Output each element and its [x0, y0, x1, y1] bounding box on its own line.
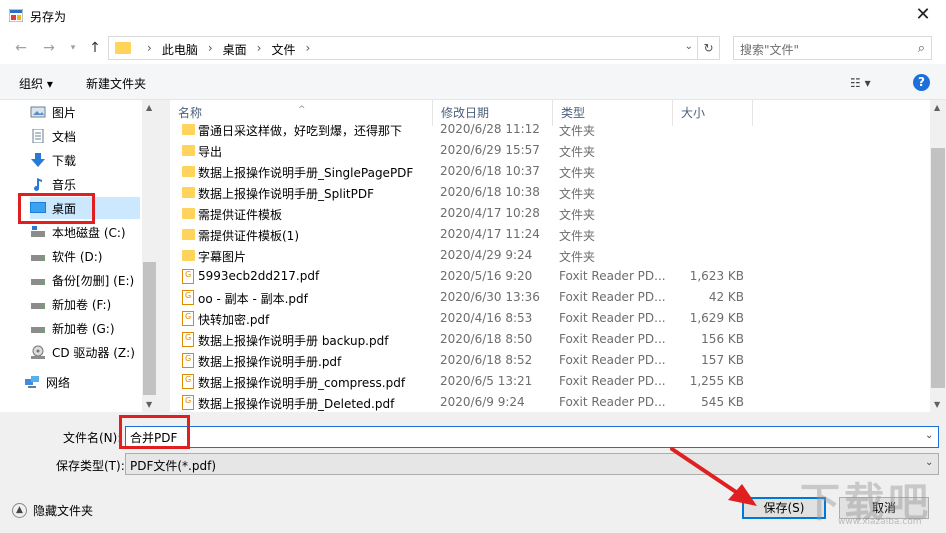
- annotation-arrow: [670, 447, 757, 506]
- watermark-url: www.xiazaiba.com: [838, 517, 922, 527]
- save-as-dialog: 另存为 ✕ ← → ▾ ↑ › 此电脑 › 桌面 › 文件 › ⌄ ↻ 搜索"文…: [0, 0, 946, 533]
